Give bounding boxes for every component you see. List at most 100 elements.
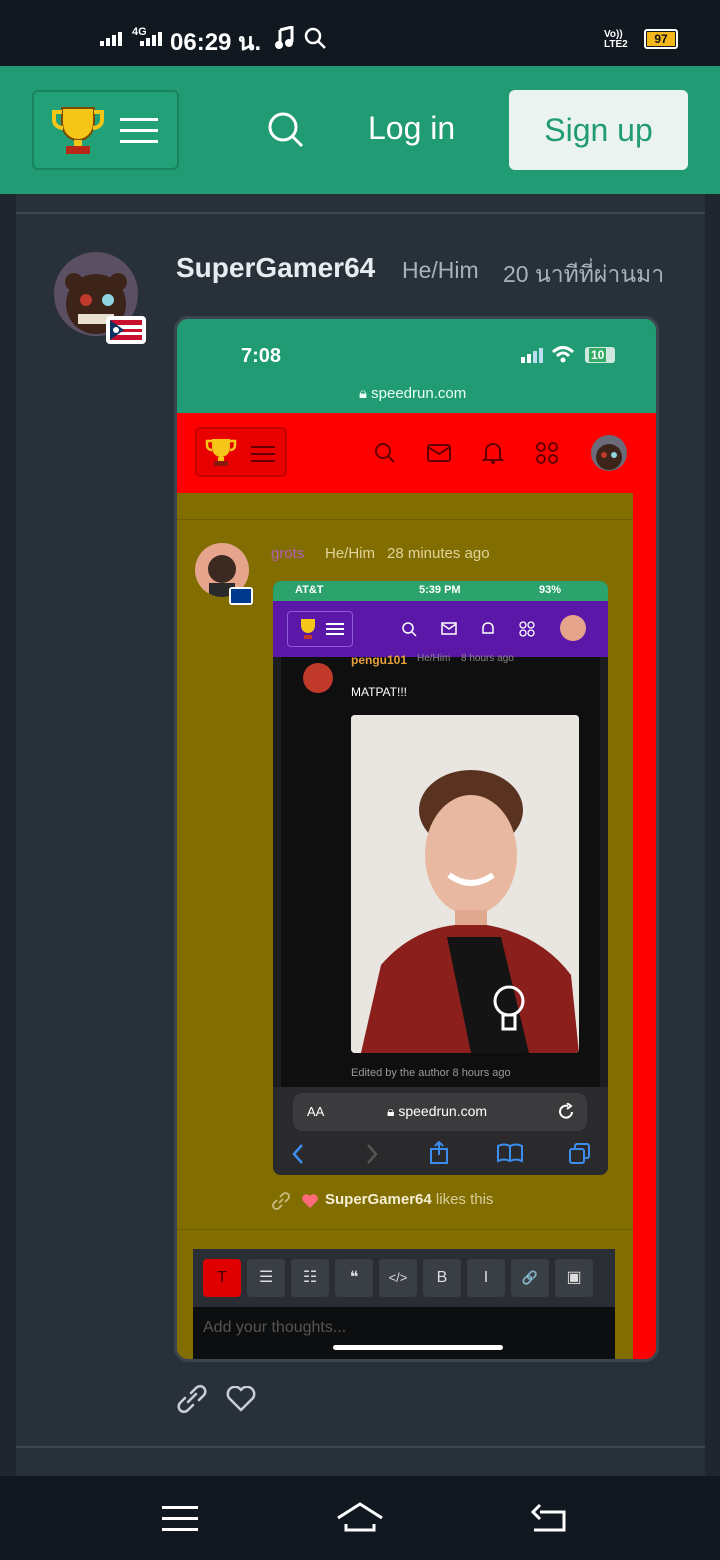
comment-username: grots <box>271 545 305 562</box>
nested-hamburger-icon <box>326 622 344 636</box>
embedded-hamburger-icon <box>251 445 275 463</box>
text-style-button: T <box>203 1259 241 1297</box>
heart-icon[interactable] <box>226 1386 256 1412</box>
embedded-nav <box>177 413 656 493</box>
embedded-signal-icon <box>521 347 545 363</box>
nested-pronouns: He/Him <box>417 653 451 664</box>
embedded-time: 7:08 <box>241 345 282 367</box>
safari-lock-icon: 🔒︎ <box>387 1103 399 1119</box>
embedded-red-sidebar <box>633 493 656 1359</box>
nested-time-ago: 8 hours ago <box>461 653 514 664</box>
likes-user: SuperGamer64 <box>325 1191 432 1208</box>
embedded-trophy-icon <box>205 437 237 467</box>
bottom-divider <box>16 1446 705 1448</box>
comment-time: 28 minutes ago <box>387 545 490 562</box>
embedded-battery: 10 <box>585 347 615 363</box>
header-search-icon[interactable] <box>266 110 306 150</box>
post-username[interactable]: SuperGamer64 <box>176 252 375 284</box>
battery-level: 97 <box>647 32 675 46</box>
nested-avatar <box>560 615 586 641</box>
forward-icon <box>365 1143 379 1165</box>
editor-toolbar: T ☰ ☷ ❝ </> B I 🔗 ▣ <box>193 1249 615 1307</box>
nested-commenter-avatar <box>303 663 333 693</box>
battery-indicator: 97 <box>644 29 678 49</box>
post-time: 20 นาทีที่ผ่านมา <box>503 261 665 287</box>
safari-url: 🔒︎ speedrun.com <box>387 1103 487 1120</box>
embedded-battery-level: 10 <box>589 348 607 362</box>
comment-editor: Add your thoughts... <box>193 1307 615 1359</box>
volte-indicator: Vo)) LTE2 <box>604 29 628 50</box>
embedded-search-icon <box>373 441 397 465</box>
nested-grid-icon <box>519 621 535 637</box>
reload-icon <box>559 1103 575 1121</box>
embedded-mail-icon <box>427 443 451 463</box>
menu-button[interactable] <box>32 90 179 170</box>
site-header: Log in Sign up <box>0 66 720 194</box>
top-divider <box>16 212 705 214</box>
safari-address-field: AA 🔒︎ speedrun.com <box>293 1093 587 1131</box>
text-size-button: AA <box>307 1104 325 1119</box>
music-icon <box>274 26 296 50</box>
nested-commenter: pengu101 <box>351 653 408 667</box>
home-icon[interactable] <box>336 1500 384 1534</box>
android-nav-bar <box>0 1476 720 1560</box>
nested-menu-button <box>287 611 353 647</box>
signal-icon-2 <box>140 32 164 46</box>
embedded-avatar <box>591 435 627 471</box>
embedded-heart-icon <box>301 1193 319 1209</box>
share-icon <box>429 1141 449 1165</box>
portrait-photo <box>351 715 579 1053</box>
embedded-menu-button[interactable] <box>195 427 287 477</box>
nested-carrier: AT&T <box>295 584 324 596</box>
embedded-screenshot[interactable]: 7:08 10 🔒︎ speedrun.com grots He/Him 28 … <box>174 316 659 1362</box>
trophy-icon <box>50 104 106 156</box>
home-indicator <box>333 1345 503 1350</box>
embedded-link-icon <box>271 1191 291 1211</box>
bold-button: B <box>423 1259 461 1297</box>
nested-search-icon <box>401 621 417 637</box>
nested-nav <box>273 601 608 657</box>
safari-url-text: speedrun.com <box>398 1103 488 1119</box>
tabs-icon <box>569 1143 591 1165</box>
nested-status-bar: AT&T 5:39 PM 93% <box>273 581 608 601</box>
signal-icon <box>100 30 124 46</box>
bookmarks-icon <box>497 1143 523 1163</box>
nested-message: MATPAT!!! <box>351 685 407 699</box>
editor-placeholder: Add your thoughts... <box>203 1319 347 1336</box>
comment-flag-icon <box>229 587 253 605</box>
hamburger-icon <box>120 116 158 146</box>
flag-icon <box>106 316 146 344</box>
recent-apps-icon[interactable] <box>162 1504 198 1534</box>
nested-mail-icon <box>441 622 457 636</box>
italic-button: I <box>467 1259 505 1297</box>
likes-suffix: likes this <box>435 1191 494 1208</box>
link-icon[interactable] <box>176 1384 208 1414</box>
embedded-divider-2 <box>177 1229 633 1230</box>
link-button: 🔗 <box>511 1259 549 1297</box>
bullet-list-button: ☰ <box>247 1259 285 1297</box>
status-time: 06:29 น. <box>170 29 262 56</box>
back-nav-icon[interactable] <box>530 1502 568 1534</box>
lock-icon: 🔒︎ <box>359 385 372 402</box>
nested-bell-icon <box>480 621 496 637</box>
quote-button: ❝ <box>335 1259 373 1297</box>
nested-time: 5:39 PM <box>419 584 461 596</box>
back-icon <box>291 1143 305 1165</box>
edited-note: Edited by the author 8 hours ago <box>351 1067 511 1079</box>
image-button: ▣ <box>555 1259 593 1297</box>
nested-trophy-icon <box>296 618 320 640</box>
login-link[interactable]: Log in <box>368 110 455 147</box>
numbered-list-button: ☷ <box>291 1259 329 1297</box>
status-bar: 4G 06:29 น. Vo)) LTE2 97 <box>0 0 720 66</box>
code-button: </> <box>379 1259 417 1297</box>
safari-bar: AA 🔒︎ speedrun.com <box>273 1087 608 1175</box>
embedded-bell-icon <box>481 441 505 465</box>
signup-button[interactable]: Sign up <box>509 90 688 170</box>
embedded-wifi-icon <box>551 345 575 363</box>
nested-battery: 93% <box>539 584 562 596</box>
search-icon <box>303 26 327 50</box>
embedded-divider <box>177 519 633 520</box>
likes-text: SuperGamer64 likes this <box>325 1191 493 1208</box>
post-pronouns: He/Him <box>402 257 479 283</box>
embedded-status-bar: 7:08 10 🔒︎ speedrun.com <box>177 319 656 413</box>
